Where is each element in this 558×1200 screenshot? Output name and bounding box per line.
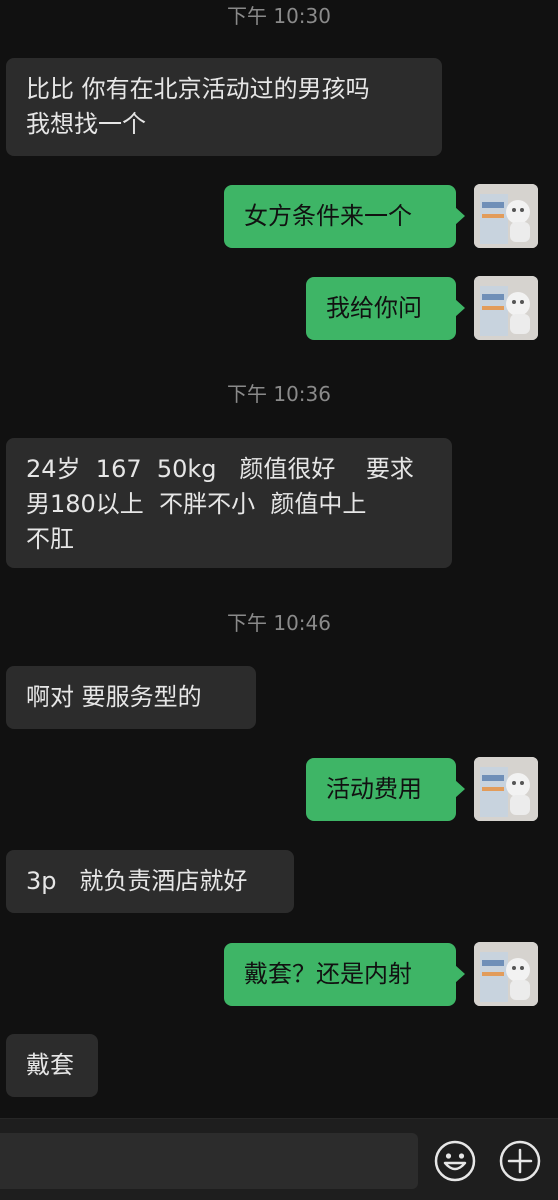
incoming-message-bubble[interactable]: 比比 你有在北京活动过的男孩吗 我想找一个 <box>6 58 442 156</box>
outgoing-message-bubble[interactable]: 我给你问 <box>306 277 465 340</box>
avatar-image <box>474 276 538 340</box>
avatar-image <box>474 757 538 821</box>
smiley-face-icon <box>434 1140 476 1182</box>
avatar-image <box>474 942 538 1006</box>
outgoing-message-bubble[interactable]: 女方条件来一个 <box>224 185 465 248</box>
timestamp: 下午 10:30 <box>227 4 331 28</box>
timestamp: 下午 10:46 <box>227 611 331 635</box>
incoming-message-bubble[interactable]: 3p 就负责酒店就好 <box>6 850 294 913</box>
user-avatar[interactable] <box>474 942 538 1006</box>
user-avatar[interactable] <box>474 184 538 248</box>
incoming-message-bubble[interactable]: 戴套 <box>6 1034 98 1097</box>
chat-screen: 下午 10:30 比比 你有在北京活动过的男孩吗 我想找一个 女方条件来一个 我… <box>0 0 558 1200</box>
message-input[interactable] <box>0 1133 418 1189</box>
avatar-image <box>474 184 538 248</box>
user-avatar[interactable] <box>474 757 538 821</box>
user-avatar[interactable] <box>474 276 538 340</box>
outgoing-message-bubble[interactable]: 戴套？还是内射 <box>224 943 465 1006</box>
more-button[interactable] <box>498 1139 542 1183</box>
incoming-message-bubble[interactable]: 24岁 167 50kg 颜值很好 要求 男180以上 不胖不小 颜值中上 不肛 <box>6 438 452 568</box>
emoji-button[interactable] <box>433 1139 477 1183</box>
outgoing-message-bubble[interactable]: 活动费用 <box>306 758 465 821</box>
timestamp: 下午 10:36 <box>227 382 331 406</box>
incoming-message-bubble[interactable]: 啊对 要服务型的 <box>6 666 256 729</box>
plus-circle-icon <box>499 1140 541 1182</box>
chat-input-bar <box>0 1118 558 1200</box>
